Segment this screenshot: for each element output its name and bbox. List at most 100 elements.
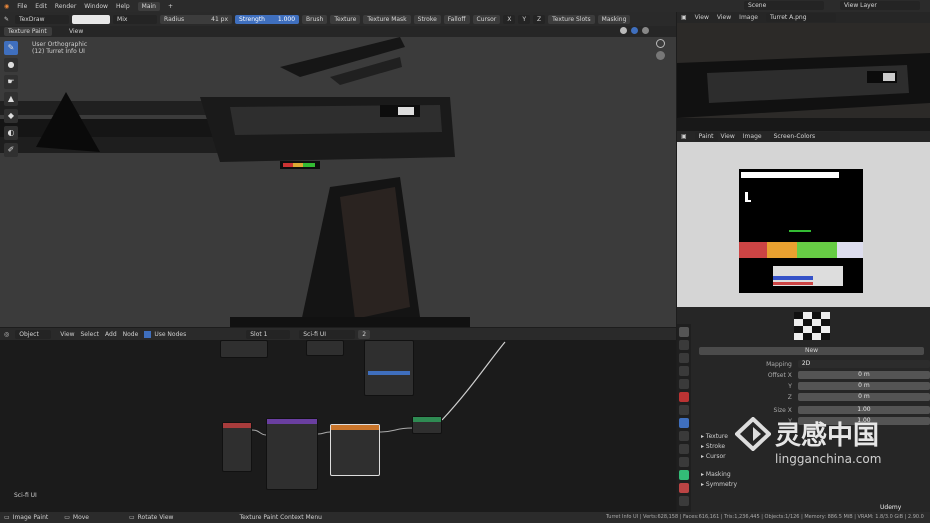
smear-brush-icon[interactable]: ☛	[4, 75, 18, 89]
color-ramp-bar	[368, 371, 410, 375]
panel-masking-header[interactable]: ▸ Masking	[693, 470, 930, 480]
offset-y-field[interactable]: 0 m	[797, 382, 930, 390]
add-workspace-icon[interactable]: +	[168, 3, 173, 10]
status-left-3: Rotate View	[137, 514, 174, 521]
texture-menu[interactable]: Texture	[330, 14, 361, 24]
solid-shading-icon[interactable]	[620, 27, 627, 34]
menu-render[interactable]: Render	[55, 3, 76, 10]
rendered-shading-icon[interactable]	[641, 27, 649, 34]
zoom-icon[interactable]	[656, 39, 665, 48]
node-color-ramp[interactable]	[364, 340, 414, 396]
viewport-view-menu[interactable]: View	[69, 28, 83, 35]
image-editor-bottom-canvas[interactable]	[677, 142, 930, 307]
scene-name[interactable]: Scene	[744, 1, 824, 10]
panel-symmetry-header[interactable]: ▸ Symmetry	[693, 480, 930, 490]
shader-type-dropdown[interactable]: Object	[15, 329, 52, 339]
world-tab-icon[interactable]	[679, 392, 689, 402]
offset-x-field[interactable]: 0 m	[797, 371, 930, 379]
modifier-tab-icon[interactable]	[679, 418, 689, 428]
brush-menu[interactable]: Brush	[302, 14, 328, 24]
constraints-tab-icon[interactable]	[679, 457, 689, 467]
editor-type-icon-2[interactable]: ▣	[681, 133, 687, 140]
workspace-tab-main[interactable]: Main	[137, 1, 160, 11]
fill-brush-icon[interactable]: ◆	[4, 109, 18, 123]
node-orange[interactable]	[330, 424, 380, 476]
object-tab-icon[interactable]	[679, 405, 689, 415]
view-layer-name[interactable]: View Layer	[840, 1, 920, 10]
texture-tab-icon[interactable]	[679, 496, 689, 506]
img-bottom-image-name[interactable]: Screen-Colors	[769, 132, 840, 141]
img-bottom-image-menu[interactable]: Image	[743, 133, 762, 140]
img-top-image-name[interactable]: Turret A.png	[765, 13, 836, 22]
menu-file[interactable]: File	[17, 3, 27, 10]
use-nodes-checkbox[interactable]	[144, 330, 152, 338]
img-bottom-view-menu[interactable]: View	[721, 133, 735, 140]
menu-edit[interactable]: Edit	[35, 3, 47, 10]
physics-tab-icon[interactable]	[679, 444, 689, 454]
size-x-label: Size X	[773, 406, 792, 414]
render-tab-icon[interactable]	[679, 340, 689, 350]
size-x-field[interactable]: 1.00	[797, 406, 930, 414]
scene-selector[interactable]: Scene	[744, 1, 832, 10]
image-editor-top-canvas[interactable]	[677, 23, 930, 131]
node-node-menu[interactable]: Node	[123, 331, 139, 338]
strength-slider[interactable]: Strength 1.000	[235, 14, 300, 24]
new-texture-button[interactable]: New	[699, 347, 924, 355]
blend-mode-dropdown[interactable]: Mix	[113, 14, 158, 24]
node-top-mid[interactable]	[306, 340, 344, 356]
material-shading-icon[interactable]	[630, 27, 638, 34]
node-green[interactable]	[412, 416, 442, 434]
cursor-menu[interactable]: Cursor	[472, 14, 501, 24]
pan-hand-icon[interactable]	[656, 51, 665, 60]
material-tab-icon[interactable]	[679, 483, 689, 493]
texture-slots-menu[interactable]: Texture Slots	[548, 14, 595, 24]
img-top-view-menu-1[interactable]: View	[695, 14, 709, 21]
status-mouse-right-icon: ▭	[128, 514, 135, 521]
view-layer-tab-icon[interactable]	[679, 366, 689, 376]
stroke-menu[interactable]: Stroke	[413, 14, 441, 24]
soften-brush-icon[interactable]: ●	[4, 58, 18, 72]
particles-tab-icon[interactable]	[679, 431, 689, 441]
masking-menu[interactable]: Masking	[597, 14, 631, 24]
mask-brush-icon[interactable]: ◐	[4, 126, 18, 140]
falloff-menu[interactable]: Falloff	[443, 14, 470, 24]
scene-tab-icon[interactable]	[679, 379, 689, 389]
draw-brush-icon[interactable]: ✎	[4, 41, 18, 55]
img-bottom-mode[interactable]: Paint	[694, 132, 718, 141]
material-name-field[interactable]: Sci-fi UI	[299, 329, 356, 339]
node-view-menu[interactable]: View	[60, 331, 74, 338]
slot-dropdown[interactable]: Slot 1	[246, 329, 291, 339]
clone-brush-icon[interactable]: ▲	[4, 92, 18, 106]
editor-type-icon[interactable]: ▣	[681, 14, 687, 21]
node-editor-canvas[interactable]: Sci-fi UI	[0, 340, 676, 512]
node-purple[interactable]	[266, 418, 318, 490]
img-top-image-menu[interactable]: Image	[739, 14, 758, 21]
color-swatch[interactable]	[72, 14, 111, 24]
3d-viewport[interactable]: User Orthographic (12) Turret Info UI	[0, 37, 676, 327]
offset-z-field[interactable]: 0 m	[797, 393, 930, 401]
menu-window[interactable]: Window	[84, 3, 108, 10]
node-select-menu[interactable]: Select	[81, 331, 100, 338]
mode-dropdown[interactable]: Texture Paint	[4, 27, 52, 36]
output-tab-icon[interactable]	[679, 353, 689, 363]
blender-logo-icon[interactable]: ◉	[4, 3, 9, 10]
axis-x-toggle[interactable]: X	[503, 14, 516, 24]
node-add-menu[interactable]: Add	[105, 331, 117, 338]
menu-help[interactable]: Help	[116, 3, 130, 10]
mapping-dropdown[interactable]: 2D	[797, 360, 930, 368]
annotate-icon[interactable]: ✐	[4, 143, 18, 157]
brush-name-field[interactable]: TexDraw	[15, 14, 70, 24]
axis-y-toggle[interactable]: Y	[518, 14, 531, 24]
texture-mask-menu[interactable]: Texture Mask	[363, 14, 411, 24]
node-top-left[interactable]	[220, 340, 268, 358]
node-red[interactable]	[222, 422, 252, 472]
material-user-count[interactable]: 2	[358, 329, 371, 339]
brush-icon[interactable]: ✎	[4, 16, 9, 23]
axis-z-toggle[interactable]: Z	[533, 14, 546, 24]
view-layer-selector[interactable]: View Layer	[840, 1, 928, 10]
data-tab-icon[interactable]	[679, 470, 689, 480]
img-top-view-menu-2[interactable]: View	[717, 14, 731, 21]
radius-slider[interactable]: Radius 41 px	[160, 14, 233, 24]
tool-tab-icon[interactable]	[679, 327, 689, 337]
node-editor-type-icon[interactable]: ◎	[4, 331, 9, 338]
